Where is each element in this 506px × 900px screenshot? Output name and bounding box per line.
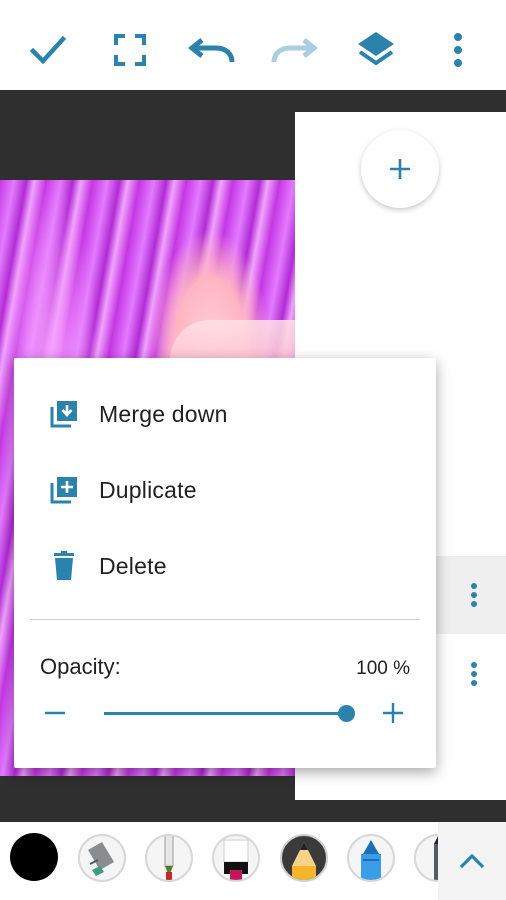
pencil-tool[interactable] xyxy=(280,834,328,882)
menu-item-label: Duplicate xyxy=(99,476,197,503)
pencil-icon xyxy=(292,842,316,880)
marker-tool[interactable] xyxy=(212,834,260,882)
more-options-button[interactable] xyxy=(428,20,488,80)
layer-context-menu: Merge down Duplicate Delete Opacity: 100… xyxy=(14,358,436,768)
redo-icon xyxy=(271,38,318,63)
more-vertical-icon xyxy=(471,583,477,607)
marker-icon xyxy=(223,839,249,880)
expand-toolbar-button[interactable] xyxy=(438,822,506,900)
more-vertical-icon xyxy=(454,33,462,67)
opacity-label: Opacity: xyxy=(40,654,121,679)
pen-tool[interactable] xyxy=(145,834,193,882)
add-layer-button[interactable] xyxy=(361,130,439,208)
fullscreen-icon xyxy=(114,34,146,66)
layers-icon xyxy=(358,32,394,66)
delete-menu-item[interactable]: Delete xyxy=(14,528,436,604)
merge-down-icon xyxy=(48,398,80,430)
trash-icon xyxy=(48,550,80,582)
merge-down-menu-item[interactable]: Merge down xyxy=(14,376,436,452)
undo-icon xyxy=(188,38,235,63)
check-icon xyxy=(29,35,67,65)
confirm-button[interactable] xyxy=(18,20,78,80)
opacity-slider-thumb[interactable] xyxy=(338,705,355,722)
fullscreen-button[interactable] xyxy=(100,20,160,80)
menu-item-label: Merge down xyxy=(99,400,228,427)
duplicate-menu-item[interactable]: Duplicate xyxy=(14,452,436,528)
menu-item-label: Delete xyxy=(99,552,167,579)
layers-button[interactable] xyxy=(346,20,406,80)
color-swatch[interactable] xyxy=(10,833,58,881)
undo-button[interactable] xyxy=(182,20,242,80)
plus-icon xyxy=(390,159,410,179)
opacity-value: 100 % xyxy=(356,658,410,679)
eraser-tool[interactable] xyxy=(78,834,126,882)
more-vertical-icon xyxy=(471,662,477,686)
opacity-slider-fill xyxy=(104,712,346,715)
layer-options-button[interactable] xyxy=(464,580,484,610)
chevron-up-icon xyxy=(459,853,485,869)
pen-icon xyxy=(164,836,174,880)
plus-icon xyxy=(383,703,403,723)
crayon-icon xyxy=(361,840,381,880)
menu-divider xyxy=(30,619,420,620)
top-toolbar xyxy=(0,0,506,90)
crayon-tool[interactable] xyxy=(347,834,395,882)
layer-options-button[interactable] xyxy=(464,659,484,689)
duplicate-icon xyxy=(48,474,80,506)
redo-button[interactable] xyxy=(264,20,324,80)
brush-toolbar xyxy=(0,822,506,900)
opacity-decrease-button[interactable] xyxy=(40,698,70,728)
opacity-increase-button[interactable] xyxy=(378,698,408,728)
minus-icon xyxy=(45,711,65,715)
eraser-icon xyxy=(88,842,114,876)
opacity-slider[interactable] xyxy=(104,705,355,722)
